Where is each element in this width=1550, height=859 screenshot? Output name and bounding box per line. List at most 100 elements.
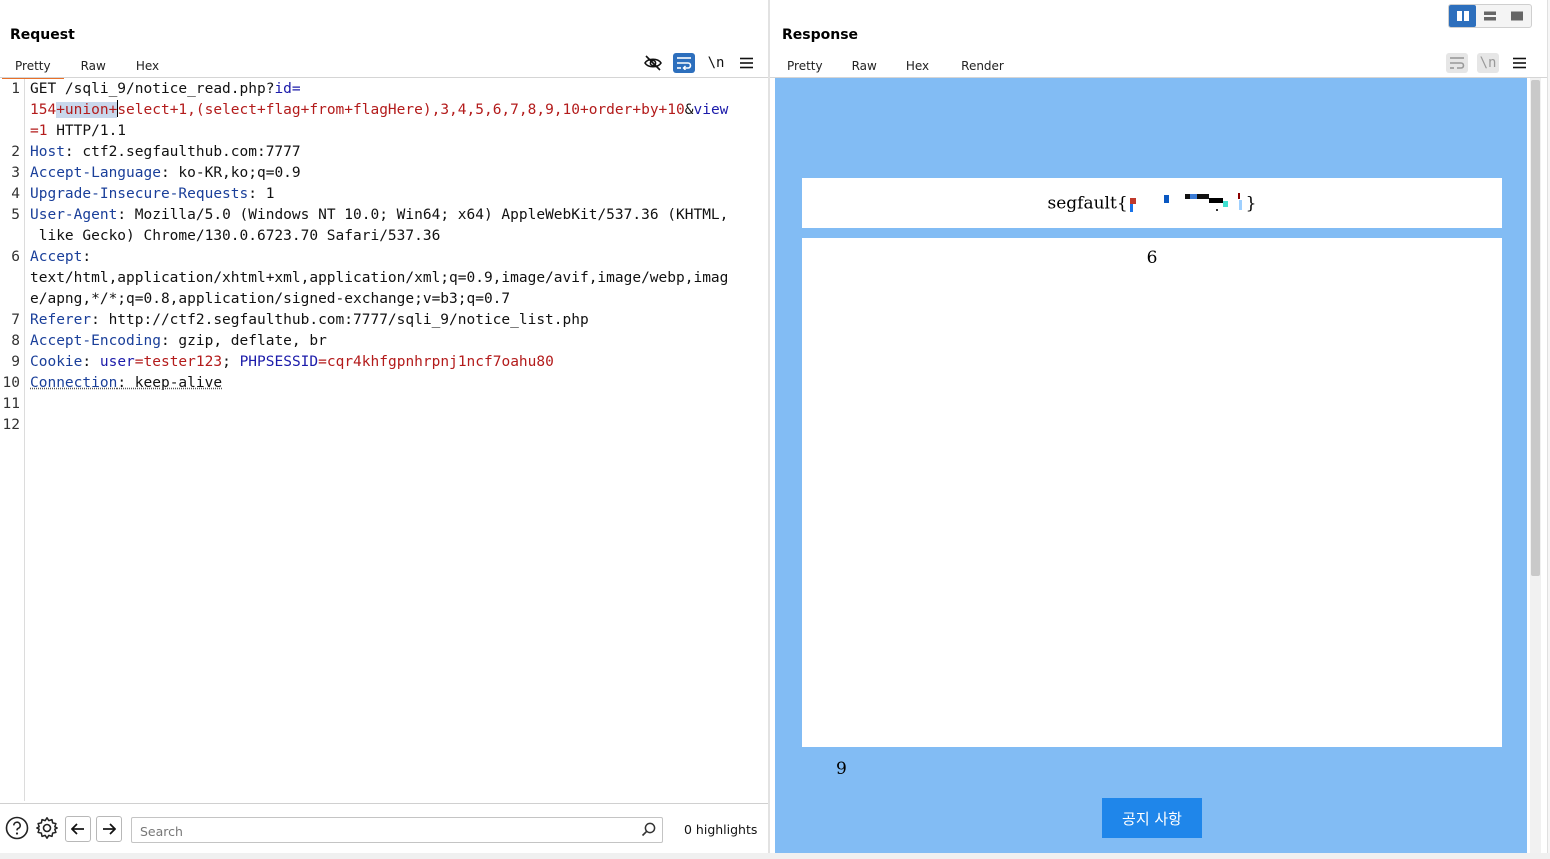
request-tab-raw[interactable]: Raw	[64, 55, 119, 77]
header-line: Host: ctf2.segfaulthub.com:7777	[30, 142, 301, 163]
single-pane-icon[interactable]	[1503, 5, 1530, 27]
line-number: 10	[2, 375, 20, 391]
header-line: User-Agent: Mozilla/5.0 (Windows NT 10.0…	[30, 205, 728, 226]
header-key: Connection	[30, 375, 118, 391]
request-tab-pretty[interactable]: Pretty	[2, 55, 64, 79]
header-key: Accept	[30, 249, 83, 265]
wrap-lines-icon[interactable]	[673, 53, 695, 73]
request-tab-hex[interactable]: Hex	[119, 55, 172, 77]
header-key: User-Agent	[30, 207, 118, 223]
response-tabs: Pretty Raw Hex Render	[774, 55, 1019, 79]
search-icon[interactable]	[641, 822, 656, 841]
header-key: Host	[30, 144, 65, 160]
search-box	[131, 817, 663, 843]
param-value-part: 154	[30, 102, 57, 118]
line-number: 12	[2, 417, 20, 433]
header-key: Cookie	[30, 354, 83, 370]
header-value: : keep-alive	[117, 375, 223, 391]
header-value: : ctf2.segfaulthub.com:7777	[64, 144, 301, 160]
header-line: Connection: keep-alive	[30, 373, 222, 394]
bottom-number: 9	[836, 759, 847, 779]
settings-icon[interactable]	[35, 816, 59, 840]
header-value: : gzip, deflate, br	[160, 333, 327, 349]
request-tab-divider	[0, 77, 768, 78]
response-tab-render[interactable]: Render	[946, 55, 1019, 79]
response-pane: Response Pretty Raw Hex Render \n segfau…	[770, 0, 1550, 859]
flag-close-brace: }	[1245, 193, 1257, 214]
response-tab-raw[interactable]: Raw	[836, 55, 890, 77]
header-value: :	[82, 249, 92, 265]
newline-icon[interactable]: \n	[705, 53, 727, 73]
param-value-view: =1	[30, 123, 48, 139]
render-scrollbar[interactable]	[1530, 78, 1541, 853]
header-line: Cookie: user=tester123; PHPSESSID=cqr4kh…	[30, 352, 554, 373]
param-value-highlight: +union+	[56, 102, 118, 118]
request-pane: Request Pretty Raw Hex \n 1 2 3 4 5 6 7 …	[0, 0, 768, 859]
request-bottom-bar: 0 highlights	[0, 803, 768, 854]
cookie-key-session: PHPSESSID	[239, 354, 319, 370]
line-number: 11	[2, 396, 20, 412]
line-number: 9	[11, 354, 20, 370]
header-key: Upgrade-Insecure-Requests	[30, 186, 249, 202]
header-line: Accept-Language: ko-KR,ko;q=0.9	[30, 163, 301, 184]
scrollbar-thumb[interactable]	[1531, 80, 1540, 576]
line-number: 2	[11, 144, 20, 160]
header-value: : 1	[248, 186, 275, 202]
cookie-key-user: user	[99, 354, 135, 370]
content-box: 6	[802, 238, 1502, 747]
eye-off-icon[interactable]	[642, 53, 664, 73]
header-line-continuation: text/html,application/xhtml+xml,applicat…	[30, 270, 729, 286]
menu-icon[interactable]	[735, 53, 757, 73]
split-vertical-icon[interactable]	[1476, 5, 1503, 27]
line-number: 6	[11, 249, 20, 265]
layout-toggle	[1448, 4, 1532, 28]
response-title: Response	[782, 27, 859, 43]
header-key: Accept-Encoding	[30, 333, 161, 349]
header-line-continuation: e/apng,*/*;q=0.8,application/signed-exch…	[30, 291, 511, 307]
line-number: 5	[11, 207, 20, 223]
header-line: Upgrade-Insecure-Requests: 1	[30, 184, 274, 205]
search-input[interactable]	[138, 821, 632, 841]
header-key: Referer	[30, 312, 92, 328]
split-horizontal-icon[interactable]	[1449, 5, 1476, 27]
flag-box: segfault{ }	[802, 178, 1502, 228]
line-number: 1	[11, 81, 20, 97]
help-icon[interactable]	[5, 816, 29, 840]
param-value-part: select+1,(select+flag+from+flagHere),3,4…	[117, 102, 685, 118]
flag-open-brace: {	[1116, 193, 1128, 214]
header-sep: :	[82, 354, 100, 370]
window-bottom-edge	[0, 853, 1550, 859]
response-tab-hex[interactable]: Hex	[890, 55, 942, 77]
line-number: 3	[11, 165, 20, 181]
flag-redaction	[1128, 192, 1246, 216]
notice-button[interactable]: 공지 사항	[1102, 798, 1202, 838]
param-eq: =	[291, 81, 301, 97]
line-number: 8	[11, 333, 20, 349]
header-line: Referer: http://ctf2.segfaulthub.com:777…	[30, 310, 589, 331]
request-line: GET /sqli_9/notice_read.php?id=	[30, 79, 301, 100]
request-tabs: Pretty Raw Hex	[2, 55, 172, 79]
flag-prefix: segfault	[1047, 193, 1117, 214]
header-key: Accept-Language	[30, 165, 161, 181]
param-key-view: view	[693, 102, 729, 118]
request-editor[interactable]: 1 2 3 4 5 6 7 8 9 10 11 12 GET /sqli_9/n…	[0, 79, 768, 801]
line-number: 4	[11, 186, 20, 202]
line-number: 7	[11, 312, 20, 328]
back-arrow-icon[interactable]	[65, 816, 91, 842]
rendered-page: segfault{ } 6 9 공지 사항	[775, 78, 1527, 853]
header-line-continuation: like Gecko) Chrome/130.0.6723.70 Safari/…	[30, 228, 441, 244]
header-line: Accept:	[30, 247, 91, 268]
cookie-sep: ;	[222, 354, 240, 370]
forward-arrow-icon[interactable]	[96, 816, 122, 842]
param-key-id: id	[274, 81, 292, 97]
newline-icon[interactable]: \n	[1477, 53, 1499, 73]
flag-text: segfault{ }	[802, 192, 1502, 216]
content-number: 6	[1146, 248, 1158, 268]
menu-icon[interactable]	[1508, 53, 1530, 73]
wrap-lines-icon[interactable]	[1446, 53, 1468, 73]
cookie-value-session: =cqr4khfgpnhrpnj1ncf7oahu80	[318, 354, 554, 370]
response-tab-pretty[interactable]: Pretty	[774, 55, 836, 77]
request-line: =1 HTTP/1.1	[30, 121, 126, 142]
request-title: Request	[10, 27, 75, 43]
header-value: : ko-KR,ko;q=0.9	[160, 165, 301, 181]
